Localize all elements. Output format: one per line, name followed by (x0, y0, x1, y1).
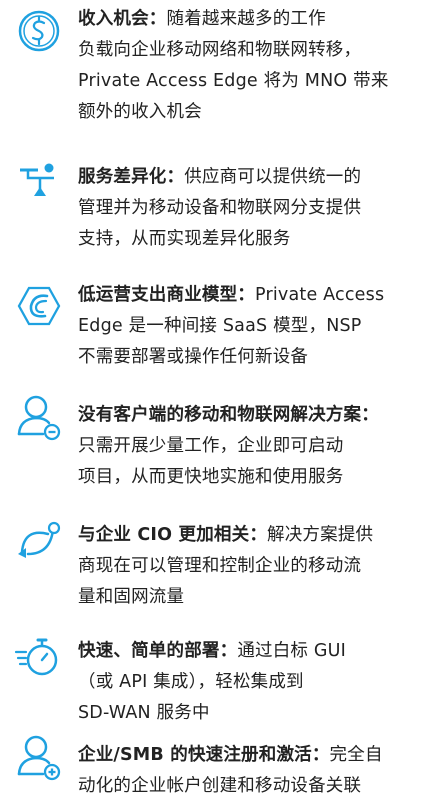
item-text: 完全自 (329, 745, 383, 765)
item-text: Private Access Edge 将为 MNO 带来 (78, 71, 389, 91)
item-text: 供应商可以提供统一的 (184, 167, 362, 187)
item-title: 企业/SMB 的快速注册和激活： (78, 745, 330, 765)
item-text: 通过白标 GUI (237, 641, 347, 661)
item-title: 没有客户端的移动和物联网解决方案： (78, 405, 379, 425)
item-title: 与企业 CIO 更加相关： (78, 525, 268, 545)
item-text: 量和固网流量 (78, 587, 185, 607)
item-text: 只需开展少量工作，企业即可启动 (78, 436, 344, 456)
item-text: 管理并为移动设备和物联网分支提供 (78, 198, 362, 218)
benefits-list: 收入机会：随着越来越多的工作 负载向企业移动网络和物联网转移， Private … (0, 0, 448, 807)
item-text: 不需要部署或操作任何新设备 (78, 347, 309, 367)
connection-curve-icon (14, 516, 64, 566)
item-text: 商现在可以管理和控制企业的移动流 (78, 556, 362, 576)
item-text: 动化的企业帐户创建和移动设备关联 (78, 776, 362, 796)
item-text: Edge 是一种间接 SaaS 模型，NSP (78, 316, 362, 336)
item-text: 额外的收入机会 (78, 102, 202, 122)
user-plus-icon (14, 732, 64, 782)
item-text: 随着越来越多的工作 (166, 9, 326, 29)
item-text: （或 API 集成），轻松集成到 (78, 672, 304, 692)
item-text: 解决方案提供 (267, 525, 374, 545)
item-text: 支持，从而实现差异化服务 (78, 229, 291, 249)
item-text: SD-WAN 服务中 (78, 703, 210, 723)
hexagon-logo-icon (14, 282, 64, 332)
user-minus-icon (14, 392, 64, 442)
item-text: Private Access (255, 285, 385, 305)
item-text: 负载向企业移动网络和物联网转移， (78, 40, 362, 60)
item-title: 服务差异化： (78, 167, 185, 187)
item-title: 收入机会： (78, 9, 167, 29)
stopwatch-icon (14, 632, 64, 682)
item-title: 低运营支出商业模型： (78, 285, 255, 305)
dollar-coin-icon (14, 6, 64, 56)
network-branch-icon (14, 160, 64, 210)
item-title: 快速、简单的部署： (78, 641, 238, 661)
item-text: 项目，从而更快地实施和使用服务 (78, 467, 344, 487)
